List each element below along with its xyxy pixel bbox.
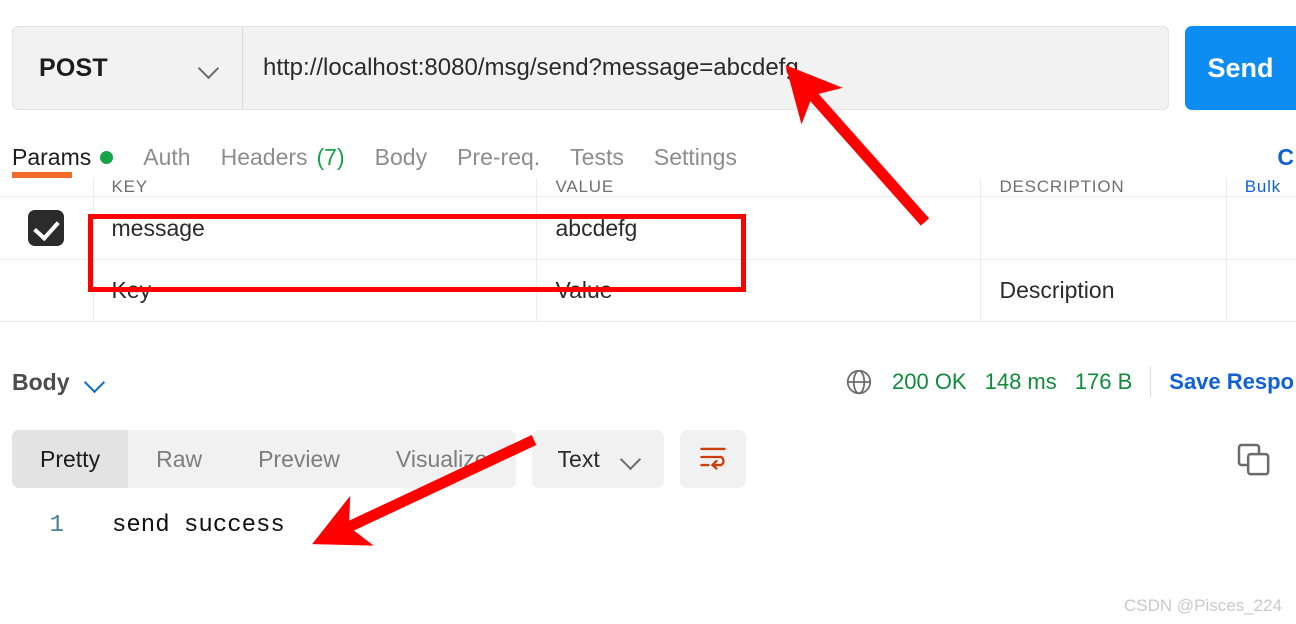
new-row-description-input[interactable]: Description	[980, 259, 1227, 322]
http-method-select[interactable]: POST	[13, 27, 243, 109]
response-view-toolbar: Pretty Raw Preview Visualize Text	[12, 430, 746, 488]
content-type-select[interactable]: Text	[531, 430, 664, 488]
tab-params[interactable]: Params	[12, 143, 114, 171]
content-type-label: Text	[557, 445, 600, 472]
request-tabs: Params Auth Headers (7) Body Pre-req. Te…	[0, 136, 1296, 178]
row-actions	[1225, 196, 1296, 260]
new-row-key-input[interactable]: Key	[92, 259, 538, 322]
row-checkbox-cell	[0, 196, 94, 260]
method-url-group: POST http://localhost:8080/msg/send?mess…	[12, 26, 1169, 110]
params-table-container: KEY VALUE DESCRIPTION Bulk message abcde…	[0, 172, 1296, 322]
http-method-label: POST	[39, 53, 108, 82]
tab-preview[interactable]: Preview	[230, 430, 368, 488]
response-time: 148 ms	[984, 369, 1057, 394]
row-description[interactable]	[980, 196, 1227, 260]
response-body-text: send success	[112, 512, 285, 539]
wrap-lines-button[interactable]	[679, 430, 746, 488]
header-value: VALUE	[536, 178, 982, 197]
new-row-value-input[interactable]: Value	[536, 259, 982, 322]
globe-icon	[844, 367, 874, 397]
tab-pretty[interactable]: Pretty	[12, 430, 129, 488]
row-checkbox-cell-empty	[0, 259, 94, 322]
copy-response-button[interactable]	[1234, 440, 1274, 480]
response-size: 176 B	[1074, 369, 1133, 394]
url-input[interactable]: http://localhost:8080/msg/send?message=a…	[243, 27, 1168, 109]
tab-auth[interactable]: Auth	[143, 144, 190, 171]
chevron-down-icon	[620, 448, 642, 470]
response-body-label: Body	[12, 368, 70, 395]
tab-tests-label: Tests	[570, 143, 624, 170]
tab-settings[interactable]: Settings	[654, 144, 737, 171]
table-row: message abcdefg	[0, 196, 1296, 260]
tab-raw[interactable]: Raw	[128, 430, 230, 488]
row-key[interactable]: message	[92, 196, 538, 260]
active-tab-underline	[12, 172, 72, 178]
tab-auth-label: Auth	[143, 143, 191, 170]
row-value[interactable]: abcdefg	[536, 196, 982, 260]
response-status-group: 200 OK 148 ms 176 B Save Respo	[844, 356, 1296, 408]
header-description: DESCRIPTION	[980, 178, 1227, 197]
tab-tests[interactable]: Tests	[570, 144, 624, 171]
tab-pre-request[interactable]: Pre-req.	[457, 144, 540, 171]
chevron-down-icon[interactable]	[84, 371, 106, 393]
header-checkbox-cell	[0, 178, 94, 197]
params-table-header: KEY VALUE DESCRIPTION Bulk	[0, 178, 1296, 197]
tab-pre-request-label: Pre-req.	[457, 143, 541, 170]
send-button[interactable]: Send	[1185, 26, 1296, 110]
tab-params-label: Params	[12, 143, 92, 170]
tab-settings-label: Settings	[653, 143, 737, 170]
tab-headers[interactable]: Headers (7)	[221, 144, 345, 171]
table-row: Key Value Description	[0, 259, 1296, 322]
tab-body[interactable]: Body	[375, 144, 427, 171]
tab-body-label: Body	[374, 143, 428, 170]
line-number: 1	[49, 512, 64, 539]
params-present-dot-icon	[100, 150, 114, 164]
cookies-link[interactable]: C	[1277, 136, 1296, 178]
tab-headers-label: Headers	[220, 143, 308, 170]
save-response-button[interactable]: Save Respo	[1169, 369, 1294, 395]
bulk-edit-link[interactable]: Bulk	[1245, 178, 1281, 196]
postman-request-response-view: POST http://localhost:8080/msg/send?mess…	[0, 0, 1296, 624]
url-bar: POST http://localhost:8080/msg/send?mess…	[12, 26, 1296, 110]
row-enabled-checkbox[interactable]	[28, 210, 65, 246]
header-key: KEY	[92, 178, 538, 197]
params-table: KEY VALUE DESCRIPTION Bulk message abcde…	[0, 178, 1296, 322]
status-code: 200 OK	[892, 369, 967, 394]
response-view-tabs: Pretty Raw Preview Visualize	[12, 430, 516, 488]
tab-headers-count: (7)	[316, 143, 345, 170]
divider	[1150, 367, 1152, 397]
chevron-down-icon	[198, 57, 220, 79]
response-body-viewer[interactable]: 1 send success	[12, 512, 1292, 539]
tab-visualize[interactable]: Visualize	[368, 430, 516, 488]
watermark: CSDN @Pisces_224	[1123, 596, 1282, 615]
wrap-text-icon	[698, 444, 728, 475]
new-row-actions	[1225, 259, 1296, 322]
